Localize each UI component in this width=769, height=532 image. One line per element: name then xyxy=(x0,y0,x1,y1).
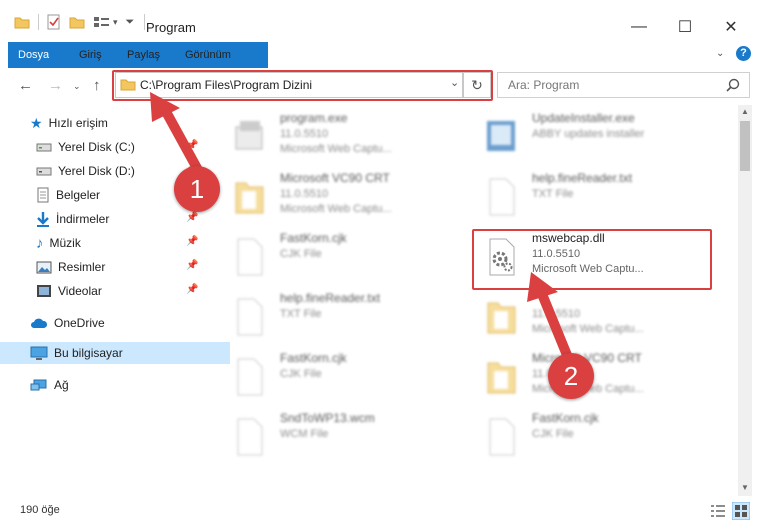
step-marker-2: 2 xyxy=(548,353,594,399)
annotation-arrows xyxy=(150,92,574,365)
step-marker-1: 1 xyxy=(174,166,220,212)
